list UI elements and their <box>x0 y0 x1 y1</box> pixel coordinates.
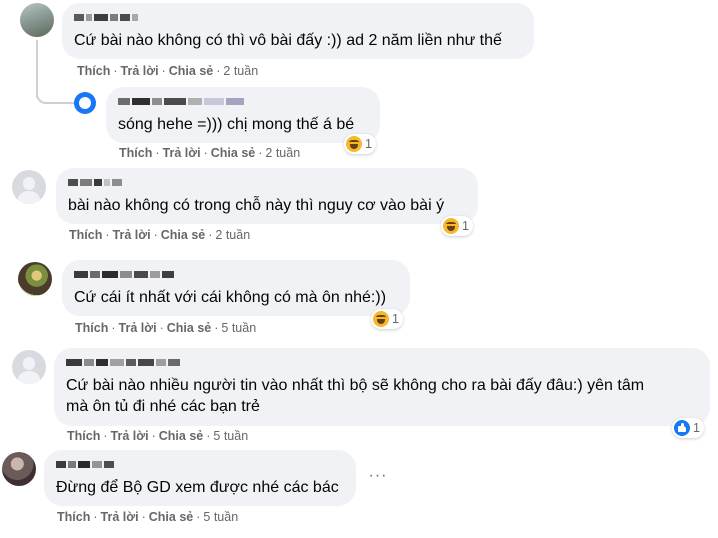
haha-icon <box>346 136 362 152</box>
comment-bubble: Cứ cái ít nhất với cái không có mà ôn nh… <box>62 260 410 316</box>
thread-connector <box>36 92 74 104</box>
share-link[interactable]: Chia sẻ <box>169 64 213 78</box>
timestamp-link[interactable]: 5 tuần <box>213 429 248 443</box>
comment-actions: Thích · Trả lời · Chia sẻ · 5 tuần <box>57 510 239 524</box>
thread-line <box>36 40 38 98</box>
share-link[interactable]: Chia sẻ <box>167 321 211 335</box>
timestamp-link[interactable]: 5 tuần <box>203 510 238 524</box>
comment-text-line-1: Cứ bài nào nhiều người tin vào nhất thì … <box>66 377 645 394</box>
comment-bubble: sóng hehe =))) chị mong thế á bé <box>106 87 380 143</box>
commenter-name-pixelated[interactable] <box>56 458 344 471</box>
commenter-avatar[interactable] <box>20 3 54 37</box>
default-avatar[interactable] <box>12 170 46 204</box>
reply-link[interactable]: Trả lời <box>113 228 151 242</box>
timestamp-link[interactable]: 2 tuần <box>265 146 300 160</box>
comment-actions: Thích · Trả lời · Chia sẻ · 2 tuần <box>69 228 251 242</box>
more-options-icon[interactable]: ··· <box>368 468 388 490</box>
comment-actions: Thích · Trả lời · Chia sẻ · 2 tuần <box>119 146 301 160</box>
commenter-name-pixelated[interactable] <box>74 268 398 281</box>
reply-link[interactable]: Trả lời <box>121 64 159 78</box>
timestamp-link[interactable]: 2 tuần <box>215 228 250 242</box>
reaction-badge[interactable]: 1 <box>441 216 473 236</box>
comment-text: bài nào không có trong chỗ này thì nguy … <box>68 197 445 214</box>
share-link[interactable]: Chia sẻ <box>149 510 193 524</box>
timestamp-link[interactable]: 5 tuần <box>221 321 256 335</box>
commenter-avatar[interactable] <box>2 452 36 486</box>
comment-text: sóng hehe =))) chị mong thế á bé <box>118 116 355 133</box>
commenter-name-pixelated[interactable] <box>66 356 698 369</box>
like-icon <box>674 420 690 436</box>
comment-bubble: bài nào không có trong chỗ này thì nguy … <box>56 168 478 224</box>
reply-link[interactable]: Trả lời <box>111 429 149 443</box>
reaction-badge[interactable]: 1 <box>672 418 704 438</box>
comment-bubble: Đừng để Bộ GD xem được nhé các bác <box>44 450 356 506</box>
comment-text: Cứ cái ít nhất với cái không có mà ôn nh… <box>74 289 387 306</box>
comment-bubble: Cứ bài nào không có thì vô bài đấy :)) a… <box>62 3 534 59</box>
like-link[interactable]: Thích <box>67 429 100 443</box>
like-link[interactable]: Thích <box>57 510 90 524</box>
comment-bubble: Cứ bài nào nhiều người tin vào nhất thì … <box>54 348 710 426</box>
like-link[interactable]: Thích <box>75 321 108 335</box>
like-link[interactable]: Thích <box>69 228 102 242</box>
comment-actions: Thích · Trả lời · Chia sẻ · 5 tuần <box>75 321 257 335</box>
comment-actions: Thích · Trả lời · Chia sẻ · 2 tuần <box>77 64 259 78</box>
reply-link[interactable]: Trả lời <box>163 146 201 160</box>
haha-icon <box>443 218 459 234</box>
reaction-count: 1 <box>462 219 469 233</box>
comment-actions: Thích · Trả lời · Chia sẻ · 5 tuần <box>67 429 249 443</box>
reply-link[interactable]: Trả lời <box>119 321 157 335</box>
like-link[interactable]: Thích <box>77 64 110 78</box>
default-avatar[interactable] <box>12 350 46 384</box>
commenter-name-pixelated[interactable] <box>68 176 466 189</box>
share-link[interactable]: Chia sẻ <box>161 228 205 242</box>
commenter-avatar[interactable] <box>18 262 52 296</box>
reply-link[interactable]: Trả lời <box>101 510 139 524</box>
commenter-name-pixelated[interactable] <box>118 95 368 108</box>
comment-text-line-2: mà ôn tủ đi nhé các bạn trẻ <box>66 398 260 415</box>
reaction-count: 1 <box>365 137 372 151</box>
reaction-badge[interactable]: 1 <box>371 309 403 329</box>
share-link[interactable]: Chia sẻ <box>211 146 255 160</box>
haha-icon <box>373 311 389 327</box>
share-link[interactable]: Chia sẻ <box>159 429 203 443</box>
reaction-count: 1 <box>693 421 700 435</box>
comment-text: Cứ bài nào không có thì vô bài đấy :)) a… <box>74 32 502 49</box>
reaction-count: 1 <box>392 312 399 326</box>
timestamp-link[interactable]: 2 tuần <box>223 64 258 78</box>
like-link[interactable]: Thích <box>119 146 152 160</box>
reaction-badge[interactable]: 1 <box>344 134 376 154</box>
commenter-name-pixelated[interactable] <box>74 11 522 24</box>
reply-avatar[interactable] <box>74 92 96 114</box>
comment-text: Đừng để Bộ GD xem được nhé các bác <box>56 479 339 496</box>
